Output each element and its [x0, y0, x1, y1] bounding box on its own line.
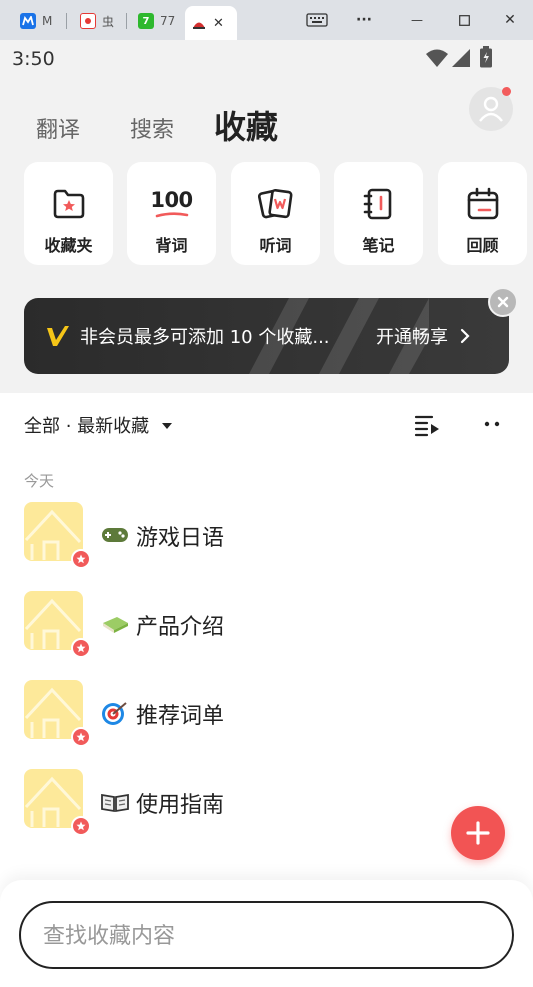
calendar-review-icon	[465, 186, 501, 222]
list-item-title: 游戏日语	[136, 526, 225, 551]
wifi-icon	[426, 49, 448, 67]
caret-down-icon	[161, 423, 172, 429]
browser-tab-3-label: 77	[160, 14, 176, 28]
red-app-icon	[80, 13, 96, 29]
list-item[interactable]: 使用指南	[24, 769, 484, 836]
search-input[interactable]	[43, 921, 483, 951]
add-button[interactable]	[451, 806, 505, 860]
avatar[interactable]	[469, 87, 513, 131]
tile-label: 回顾	[466, 236, 499, 255]
user-icon	[479, 96, 503, 122]
listen-cards-icon	[257, 186, 294, 222]
browser-tab-3[interactable]: 7 77	[132, 6, 181, 36]
banner-close-button[interactable]	[488, 287, 518, 317]
memorize-100-icon: 100	[150, 186, 193, 222]
banner-text: 非会员最多可添加 10 个收藏...	[80, 327, 330, 348]
tab-translate[interactable]: 翻译	[36, 112, 80, 144]
m-blue-icon	[20, 13, 36, 29]
more-menu-icon[interactable]: ···	[347, 6, 381, 34]
favorite-star-badge	[71, 549, 91, 569]
signal-icon	[452, 49, 470, 67]
browser-tab-2-label: 虫	[102, 14, 115, 29]
status-bar: 3:50	[0, 40, 533, 80]
list-item[interactable]: 产品介绍	[24, 591, 484, 658]
favorite-folder-icon	[51, 186, 87, 222]
battery-icon	[480, 46, 492, 68]
seven-green-icon: 7	[138, 13, 154, 29]
favorite-star-badge	[71, 816, 91, 836]
tab-search[interactable]: 搜索	[130, 112, 174, 144]
list-item-title: 产品介绍	[136, 615, 225, 640]
keyboard-icon[interactable]	[300, 6, 334, 34]
tile-label: 收藏夹	[44, 236, 93, 255]
tab-separator	[126, 13, 127, 29]
banner-cta[interactable]: 开通畅享	[376, 323, 470, 349]
open-book-icon	[101, 793, 129, 813]
tile-label: 背词	[155, 236, 188, 255]
browser-tab-active[interactable]: ✕	[185, 6, 237, 40]
list-item[interactable]: 游戏日语	[24, 502, 484, 569]
green-book-icon	[103, 617, 128, 633]
tab-close-icon[interactable]: ✕	[213, 16, 224, 31]
tile-review[interactable]: 回顾	[438, 162, 527, 265]
browser-tab-1-label: M	[42, 14, 53, 28]
browser-tab-1[interactable]: M	[14, 6, 58, 36]
browser-tab-2[interactable]: 虫	[74, 6, 120, 36]
favorite-star-badge	[71, 638, 91, 658]
moji-red-icon	[191, 15, 207, 31]
tile-notes[interactable]: 笔记	[334, 162, 423, 265]
filter-dropdown[interactable]: 全部 · 最新收藏	[24, 412, 173, 438]
notebook-icon	[361, 186, 397, 222]
tab-separator	[66, 13, 67, 29]
tile-label: 笔记	[362, 236, 395, 255]
section-label-today: 今天	[24, 472, 55, 490]
tile-memorize[interactable]: 100 背词	[127, 162, 216, 265]
chevron-right-icon	[460, 328, 470, 344]
more-options-icon[interactable]	[480, 412, 504, 436]
minimize-icon[interactable]: —	[400, 6, 434, 34]
search-box[interactable]	[19, 901, 514, 969]
browser-tab-strip: M 虫 7 77 ✕ ··· — ✕	[0, 0, 533, 40]
favorite-star-badge	[71, 727, 91, 747]
tile-label: 听词	[259, 236, 292, 255]
game-controller-icon	[102, 528, 128, 542]
close-icon	[497, 296, 509, 308]
tile-listen[interactable]: 听词	[231, 162, 320, 265]
notification-dot	[502, 87, 511, 96]
list-item-title: 推荐词单	[136, 704, 225, 729]
list-item-title: 使用指南	[136, 793, 225, 818]
list-item[interactable]: 推荐词单	[24, 680, 484, 747]
tile-favorites-folder[interactable]: 收藏夹	[24, 162, 113, 265]
membership-banner[interactable]: 非会员最多可添加 10 个收藏... 开通畅享	[24, 298, 509, 374]
window-close-icon[interactable]: ✕	[493, 6, 527, 34]
plus-icon	[466, 821, 490, 845]
maximize-icon[interactable]	[447, 6, 481, 34]
play-list-icon[interactable]	[414, 413, 440, 437]
filter-label: 全部 · 最新收藏	[24, 416, 150, 437]
tab-favorites[interactable]: 收藏	[214, 102, 278, 148]
status-time: 3:50	[12, 48, 55, 70]
target-icon	[102, 702, 127, 725]
vip-mark-icon	[47, 326, 69, 346]
